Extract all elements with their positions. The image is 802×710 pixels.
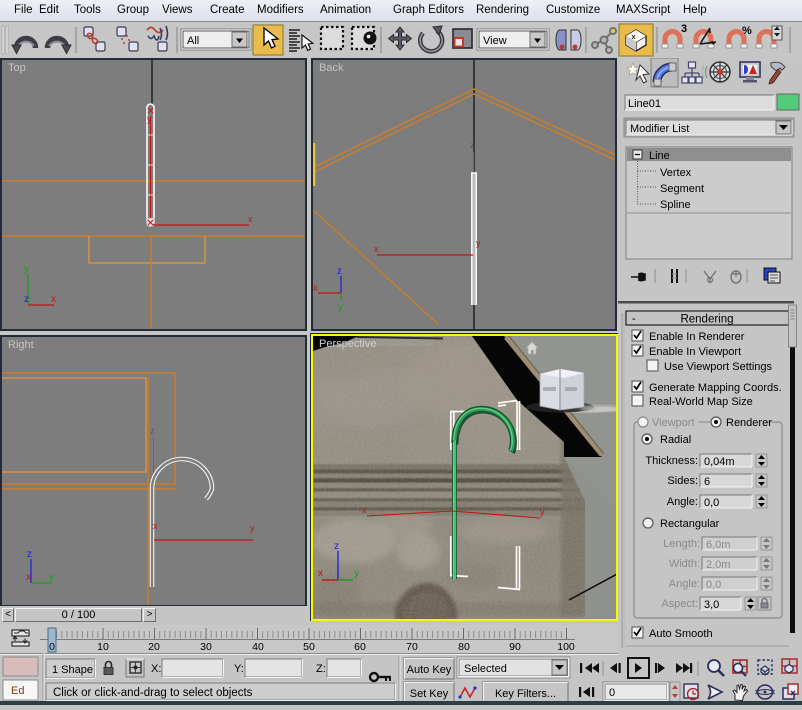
svg-text:x: x	[318, 568, 323, 579]
svg-text:Set Key: Set Key	[410, 688, 449, 700]
svg-text:10: 10	[97, 641, 109, 653]
svg-text:Renderer: Renderer	[726, 417, 772, 429]
svg-text:80: 80	[458, 641, 470, 653]
svg-text:Enable In Renderer: Enable In Renderer	[649, 331, 745, 343]
svg-text:Click or click-and-drag to sel: Click or click-and-drag to select object…	[53, 687, 253, 699]
svg-text:70: 70	[406, 641, 418, 653]
svg-text:Selected: Selected	[464, 663, 507, 675]
svg-text:40: 40	[252, 641, 264, 653]
svg-text:Segment: Segment	[660, 183, 704, 195]
svg-text:0: 0	[609, 687, 615, 699]
svg-text:0,0: 0,0	[704, 497, 719, 509]
svg-text:x: x	[51, 294, 56, 305]
svg-text:2,0m: 2,0m	[706, 559, 730, 571]
svg-text:x: x	[362, 505, 367, 515]
svg-text:Z:: Z:	[316, 663, 326, 675]
svg-text:Generate Mapping Coords.: Generate Mapping Coords.	[649, 382, 782, 394]
svg-text:x: x	[153, 521, 158, 531]
svg-text:Line01: Line01	[628, 98, 661, 110]
svg-text:View: View	[483, 35, 507, 47]
svg-text:Rendering: Rendering	[680, 314, 733, 326]
svg-text:Use Viewport Settings: Use Viewport Settings	[664, 361, 773, 373]
svg-text:3: 3	[681, 23, 687, 35]
svg-text:1 Shape: 1 Shape	[52, 664, 93, 676]
svg-text:Sides:: Sides:	[667, 475, 698, 487]
svg-text:Modifier List: Modifier List	[630, 123, 689, 135]
svg-text:3,0: 3,0	[704, 599, 719, 611]
svg-text:z: z	[24, 294, 29, 305]
svg-text:x: x	[313, 283, 318, 294]
svg-text:100: 100	[557, 641, 575, 653]
svg-text:All: All	[187, 35, 199, 47]
svg-text:Angle:: Angle:	[667, 496, 698, 508]
svg-text:Auto Key: Auto Key	[407, 664, 452, 676]
svg-text:z: z	[334, 541, 339, 552]
svg-text:Enable In Viewport: Enable In Viewport	[649, 346, 741, 358]
svg-text:Width:: Width:	[669, 558, 700, 570]
svg-text:Rectangular: Rectangular	[660, 518, 720, 530]
svg-text:Angle:: Angle:	[669, 578, 700, 590]
svg-text:Radial: Radial	[660, 434, 691, 446]
svg-text:0,04m: 0,04m	[704, 456, 735, 468]
svg-text:y: y	[338, 302, 343, 313]
svg-text:90: 90	[509, 641, 521, 653]
svg-text:x: x	[374, 244, 379, 254]
svg-text:z: z	[337, 266, 342, 277]
svg-text:Thickness:: Thickness:	[645, 455, 698, 467]
svg-text:x: x	[248, 214, 253, 224]
svg-text:y: y	[476, 238, 481, 248]
svg-text:Auto Smooth: Auto Smooth	[649, 628, 713, 640]
svg-text:y: y	[24, 264, 29, 275]
svg-text:50: 50	[303, 641, 315, 653]
svg-text:0: 0	[49, 641, 55, 653]
svg-text:Viewport: Viewport	[652, 417, 695, 429]
svg-text:60: 60	[354, 641, 366, 653]
svg-text:y: y	[250, 523, 255, 533]
svg-text:Key Filters...: Key Filters...	[495, 688, 556, 700]
svg-text:6,0m: 6,0m	[706, 539, 730, 551]
svg-text:30: 30	[200, 641, 212, 653]
svg-text:Aspect:: Aspect:	[661, 598, 698, 610]
svg-text:z: z	[27, 549, 32, 560]
svg-text:z: z	[470, 140, 475, 150]
svg-text:Vertex: Vertex	[660, 167, 692, 179]
svg-text:-: -	[632, 313, 636, 325]
svg-text:y: y	[354, 568, 359, 579]
svg-text:%: %	[742, 25, 752, 37]
svg-text:Line: Line	[649, 150, 670, 162]
svg-text:z: z	[150, 426, 155, 436]
svg-text:y: y	[540, 507, 545, 517]
svg-text:0,0: 0,0	[706, 579, 721, 591]
svg-text:y: y	[49, 572, 54, 583]
svg-text:y: y	[147, 114, 152, 124]
svg-text:6: 6	[704, 476, 710, 488]
svg-text:Length:: Length:	[663, 538, 700, 550]
svg-text:X:: X:	[151, 663, 161, 675]
svg-text:Ed: Ed	[11, 685, 24, 697]
svg-text:20: 20	[148, 641, 160, 653]
svg-text:x: x	[26, 572, 31, 583]
svg-text:Spline: Spline	[660, 199, 691, 211]
svg-text:Real-World Map Size: Real-World Map Size	[649, 396, 753, 408]
svg-text:Y:: Y:	[234, 663, 244, 675]
